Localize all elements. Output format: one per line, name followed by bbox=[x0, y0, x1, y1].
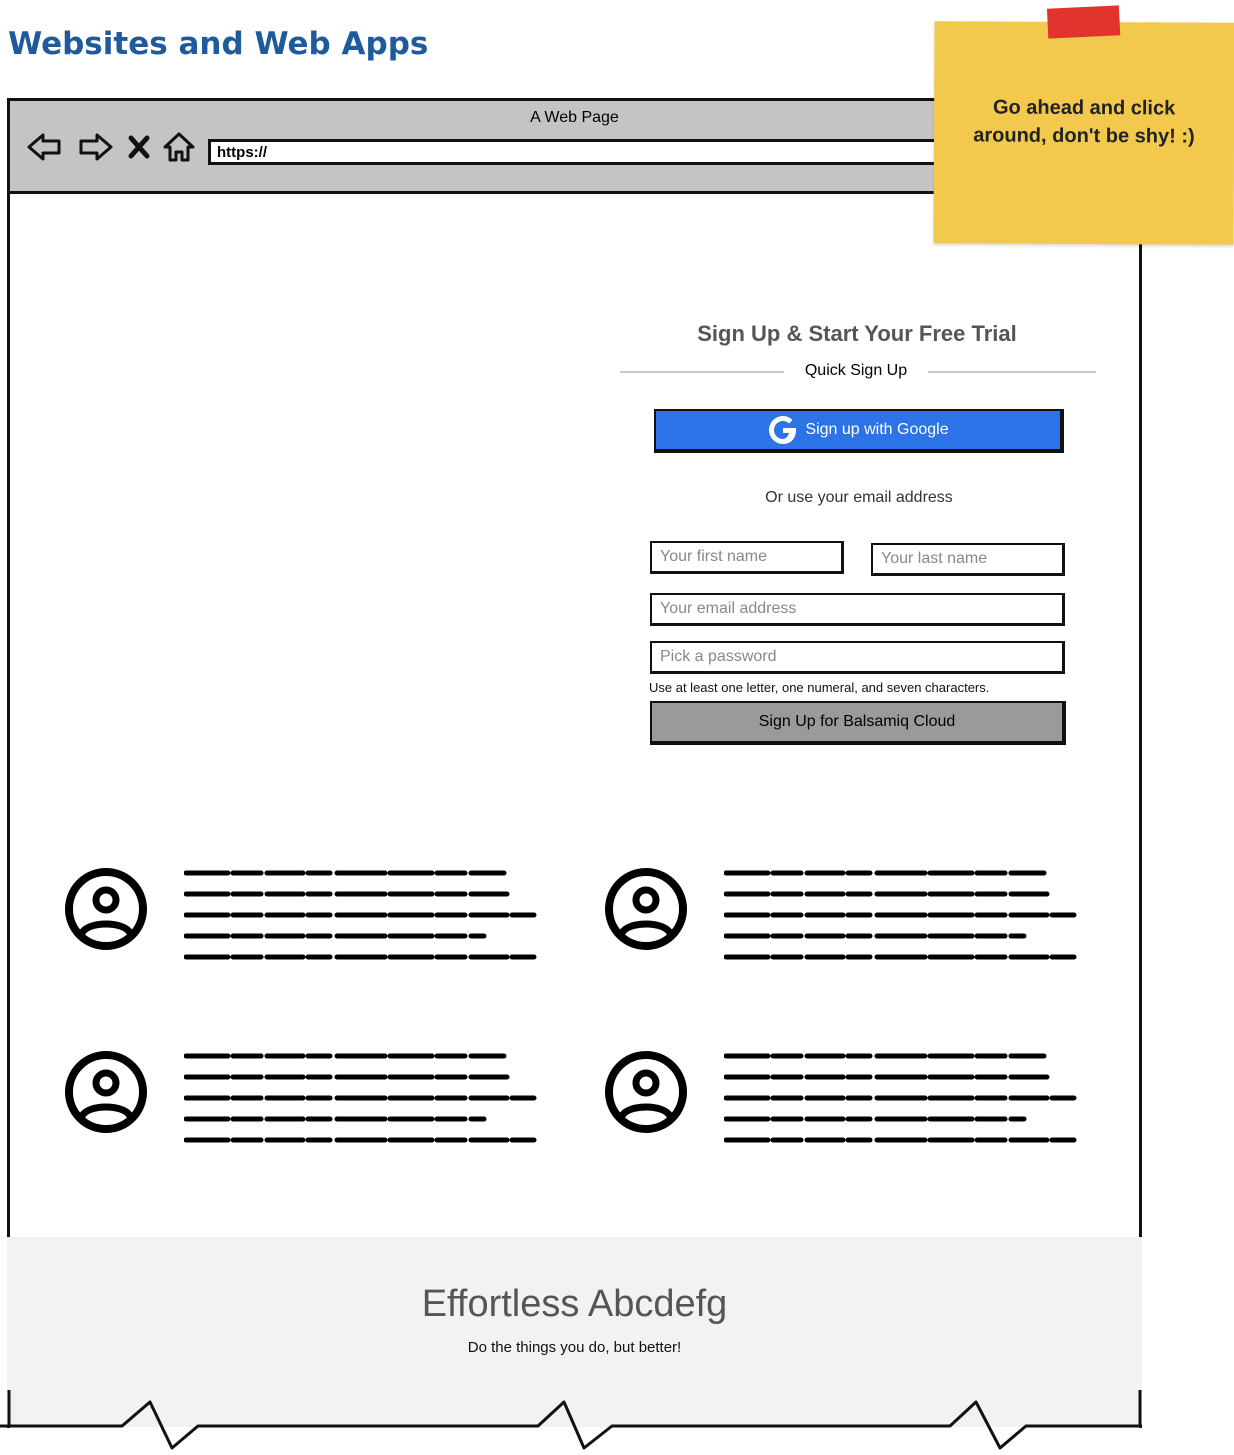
text-placeholder-scribble bbox=[724, 1053, 1079, 1143]
password-input[interactable]: Pick a password bbox=[650, 641, 1065, 674]
forward-arrow-icon[interactable] bbox=[76, 128, 114, 166]
sticky-note: Go ahead and click around, don't be shy!… bbox=[933, 5, 1234, 245]
user-avatar-icon bbox=[65, 1051, 147, 1133]
testimonial-4 bbox=[604, 1050, 1104, 1160]
page-heading: Websites and Web Apps bbox=[8, 26, 429, 62]
user-avatar-icon bbox=[605, 1051, 687, 1133]
text-placeholder-scribble bbox=[184, 1053, 539, 1143]
browser-window: A Web Page https:// bbox=[7, 98, 1142, 1428]
google-button-label: Sign up with Google bbox=[805, 421, 949, 438]
testimonial-1 bbox=[64, 867, 564, 977]
signup-title: Sign Up & Start Your Free Trial bbox=[697, 321, 1017, 346]
password-hint: Use at least one letter, one numeral, an… bbox=[649, 680, 990, 695]
sticky-note-text: Go ahead and click around, don't be shy!… bbox=[973, 96, 1195, 148]
quick-signup-label: Quick Sign Up bbox=[784, 362, 928, 380]
testimonial-3 bbox=[64, 1050, 564, 1160]
last-name-input[interactable]: Your last name bbox=[871, 543, 1065, 576]
email-input[interactable]: Your email address bbox=[650, 593, 1065, 626]
banner-title: Effortless Abcdefg bbox=[421, 1283, 728, 1325]
user-avatar-icon bbox=[65, 868, 147, 950]
banner-subtitle: Do the things you do, but better! bbox=[467, 1339, 682, 1356]
sticky-tape bbox=[1046, 5, 1121, 39]
google-icon bbox=[769, 416, 797, 444]
google-signup-button[interactable]: Sign up with Google bbox=[654, 409, 1064, 453]
divider-left bbox=[620, 371, 790, 373]
testimonial-2 bbox=[604, 867, 1104, 977]
torn-page-edge bbox=[0, 1390, 1142, 1450]
signup-submit-button[interactable]: Sign Up for Balsamiq Cloud bbox=[650, 701, 1066, 745]
first-name-input[interactable]: Your first name bbox=[650, 541, 844, 574]
text-placeholder-scribble bbox=[184, 870, 539, 960]
text-placeholder-scribble bbox=[724, 870, 1079, 960]
user-avatar-icon bbox=[605, 868, 687, 950]
home-icon[interactable] bbox=[160, 128, 198, 166]
or-email-text: Or use your email address bbox=[765, 489, 953, 506]
back-arrow-icon[interactable] bbox=[26, 128, 64, 166]
divider-right bbox=[926, 371, 1096, 373]
stop-icon[interactable] bbox=[124, 128, 154, 166]
